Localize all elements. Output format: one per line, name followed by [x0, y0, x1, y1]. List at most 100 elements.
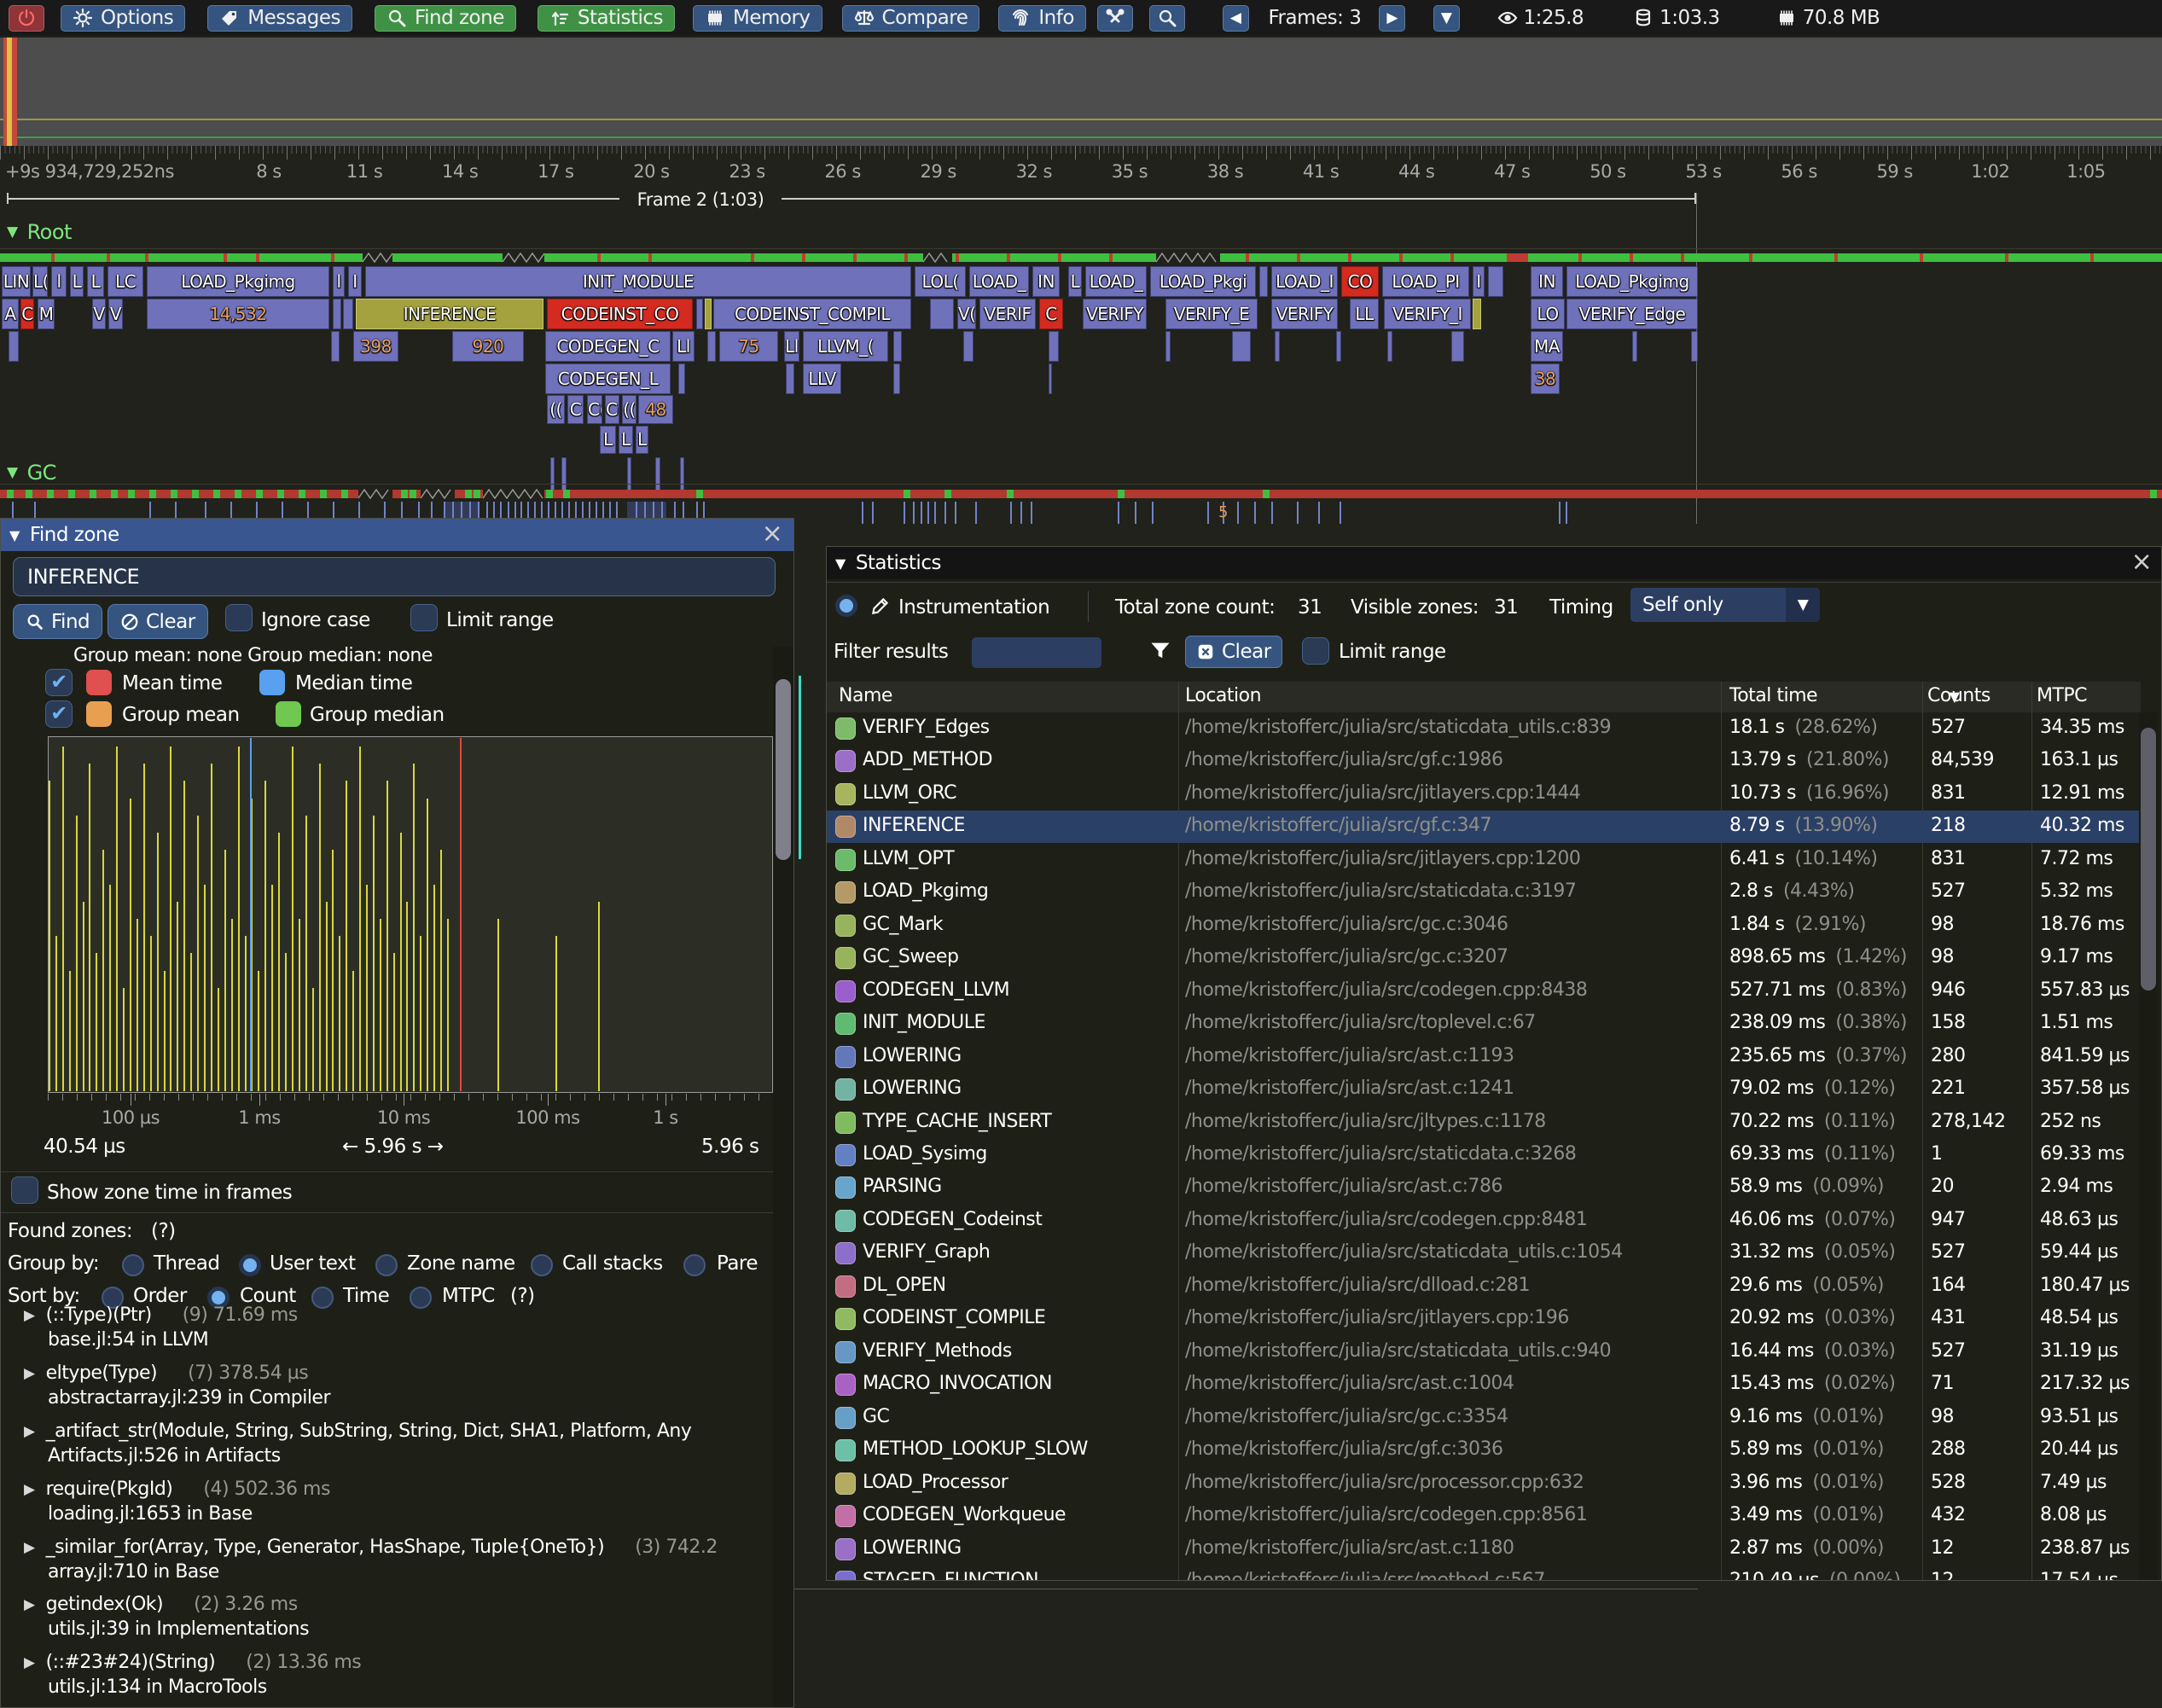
- timeline-zone-llv[interactable]: LLV: [803, 363, 841, 394]
- gc-activity-bar[interactable]: [0, 490, 2162, 498]
- timeline-zone-[interactable]: ((: [547, 395, 565, 424]
- table-row[interactable]: LOWERING/home/kristofferc/julia/src/ast.…: [827, 1041, 2141, 1073]
- table-row[interactable]: LOAD_Sysimg/home/kristofferc/julia/src/s…: [827, 1139, 2141, 1171]
- toolbar-button-messages[interactable]: Messages: [207, 5, 352, 32]
- toolbar-button-zoom[interactable]: [1149, 5, 1185, 32]
- timeline-zone-ll[interactable]: Ll: [672, 331, 695, 362]
- table-row[interactable]: DL_OPEN/home/kristofferc/julia/src/dlloa…: [827, 1270, 2141, 1303]
- timeline-zone-verify[interactable]: VERIFY: [1083, 299, 1147, 329]
- gc-event-tick[interactable]: [975, 502, 977, 524]
- timeline-zone-l[interactable]: [893, 331, 902, 362]
- found-zone-entry[interactable]: ▶require(PkgId)(4) 502.36 ms: [24, 1479, 330, 1500]
- find-zone-titlebar[interactable]: ▼ Find zone: [1, 519, 793, 551]
- timeline-zone-i[interactable]: I: [348, 266, 362, 297]
- timeline-zone[interactable]: [1232, 331, 1251, 362]
- table-row[interactable]: METHOD_LOOKUP_SLOW/home/kristofferc/juli…: [827, 1434, 2141, 1467]
- gc-event-tick[interactable]: [1237, 502, 1239, 524]
- timeline-zone-codegenc[interactable]: CODEGEN_C: [545, 331, 671, 362]
- timeline-zone-48[interactable]: 48: [638, 395, 673, 424]
- funnel-icon[interactable]: [1148, 639, 1172, 663]
- timeline-zone-l[interactable]: [1049, 331, 1059, 362]
- table-row[interactable]: CODEGEN_LLVM/home/kristofferc/julia/src/…: [827, 975, 2141, 1008]
- timeline-zone[interactable]: [1165, 331, 1171, 362]
- frame-dropdown-button[interactable]: ▼: [1433, 5, 1460, 32]
- table-row[interactable]: CODEGEN_Codeinst/home/kristofferc/julia/…: [827, 1205, 2141, 1237]
- table-row[interactable]: GC_Mark/home/kristofferc/julia/src/gc.c:…: [827, 909, 2141, 942]
- timeline-zone-inference[interactable]: INFERENCE: [356, 299, 543, 329]
- ignore-case-checkbox[interactable]: [225, 604, 253, 631]
- timeline-zone-l[interactable]: L: [70, 266, 84, 297]
- timeline-zone[interactable]: [1387, 331, 1392, 362]
- timeline-zone-[interactable]: ((: [622, 395, 636, 424]
- group-by-radio-call-stacks[interactable]: [531, 1254, 553, 1276]
- timing-select[interactable]: Self only ▼: [1630, 588, 1820, 622]
- expand-triangle-icon[interactable]: ▶: [24, 1654, 35, 1671]
- table-row[interactable]: INIT_MODULE/home/kristofferc/julia/src/t…: [827, 1008, 2141, 1040]
- filter-input[interactable]: [972, 637, 1101, 668]
- gc-event-tick[interactable]: [955, 502, 956, 524]
- timeline-zone[interactable]: [930, 299, 954, 329]
- collapse-triangle-icon[interactable]: ▼: [7, 224, 18, 241]
- found-zone-entry[interactable]: ▶_similar_for(Array, Type, Generator, Ha…: [24, 1537, 718, 1558]
- gc-event-tick[interactable]: [1152, 502, 1154, 524]
- timeline-zone-c[interactable]: C(: [587, 395, 602, 424]
- toolbar-button-find-zone[interactable]: Find zone: [375, 5, 516, 32]
- group-by-option-label[interactable]: User text: [270, 1252, 356, 1275]
- gc-event-tick[interactable]: [1271, 502, 1273, 524]
- table-row[interactable]: TYPE_CACHE_INSERT/home/kristofferc/julia…: [827, 1107, 2141, 1139]
- stats-limit-range-checkbox[interactable]: [1302, 637, 1329, 665]
- next-frame-button[interactable]: ▶: [1379, 5, 1405, 32]
- gc-event-tick[interactable]: [1559, 502, 1560, 524]
- timeline-zone-14532[interactable]: 14,532: [147, 299, 329, 329]
- timeline-zone-l[interactable]: L: [636, 426, 648, 454]
- table-row[interactable]: PARSING/home/kristofferc/julia/src/ast.c…: [827, 1171, 2141, 1204]
- toolbar-button-options[interactable]: Options: [61, 5, 185, 32]
- histogram-range-span[interactable]: ← 5.96 s →: [342, 1136, 444, 1158]
- gc-event-tick[interactable]: [862, 502, 863, 524]
- root-thread-header[interactable]: ▼ Root: [7, 220, 72, 244]
- table-row[interactable]: VERIFY_Methods/home/kristofferc/julia/sr…: [827, 1336, 2141, 1368]
- frame-overview-graph[interactable]: [0, 38, 2162, 146]
- found-zone-entry[interactable]: ▶(::#23#24)(String)(2) 13.36 ms: [24, 1652, 361, 1673]
- help-icon[interactable]: (?): [510, 1285, 535, 1307]
- table-row[interactable]: LOAD_Processor/home/kristofferc/julia/sr…: [827, 1467, 2141, 1500]
- expand-triangle-icon[interactable]: ▶: [24, 1481, 35, 1498]
- timeline-zone-m[interactable]: M: [38, 299, 55, 329]
- toolbar-button-power[interactable]: [9, 5, 44, 32]
- timeline-zone-l[interactable]: L: [1068, 266, 1082, 297]
- timeline-zone[interactable]: [1049, 363, 1052, 394]
- timeline-zone[interactable]: [705, 299, 712, 329]
- timeline-zone-c[interactable]: C: [567, 395, 584, 424]
- help-icon[interactable]: (?): [151, 1220, 176, 1242]
- timeline-zone[interactable]: [1473, 299, 1481, 329]
- found-zone-entry[interactable]: ▶getindex(Ok)(2) 3.26 ms: [24, 1594, 298, 1615]
- sort-by-option-label[interactable]: Time: [343, 1285, 389, 1307]
- timeline-zone-v[interactable]: V(: [957, 299, 976, 329]
- timeline-zone-75[interactable]: 75: [719, 331, 778, 362]
- timeline-zone-initmodule[interactable]: INIT_MODULE: [365, 266, 911, 297]
- expand-triangle-icon[interactable]: ▶: [24, 1365, 35, 1382]
- close-icon[interactable]: ×: [2127, 549, 2156, 578]
- timeline-zone-load[interactable]: LOAD_: [969, 266, 1029, 297]
- timeline-zone[interactable]: [1336, 331, 1341, 362]
- timeline-zone-38[interactable]: 38: [1531, 363, 1560, 394]
- gc-event-tick[interactable]: [934, 502, 936, 524]
- gc-event-tick[interactable]: [1254, 502, 1256, 524]
- group-by-radio-user-text[interactable]: [239, 1254, 261, 1276]
- found-zone-entry[interactable]: ▶eltype(Type)(7) 378.54 µs: [24, 1362, 308, 1384]
- timeline-zone-[interactable]: [343, 299, 353, 329]
- timeline-zone-lin[interactable]: LIN: [2, 266, 31, 297]
- timeline-zone-l[interactable]: [9, 331, 19, 362]
- timeline-zone-load[interactable]: LOAD_: [1085, 266, 1147, 297]
- expand-triangle-icon[interactable]: ▶: [24, 1539, 35, 1556]
- close-icon[interactable]: ×: [758, 520, 787, 549]
- collapse-triangle-icon[interactable]: ▼: [7, 464, 18, 481]
- find-button[interactable]: Find: [13, 604, 102, 639]
- timeline-zone-loadpkgimg[interactable]: LOAD_Pkgimg: [147, 266, 329, 297]
- search-input[interactable]: [13, 557, 776, 596]
- mean-time-checkbox[interactable]: ✔: [45, 669, 73, 696]
- collapse-triangle-icon[interactable]: ▼: [835, 555, 846, 572]
- timeline-zone-in[interactable]: IN: [1531, 266, 1563, 297]
- timeline-zone-lo[interactable]: LO: [1531, 299, 1565, 329]
- timeline-zone[interactable]: [1451, 331, 1464, 362]
